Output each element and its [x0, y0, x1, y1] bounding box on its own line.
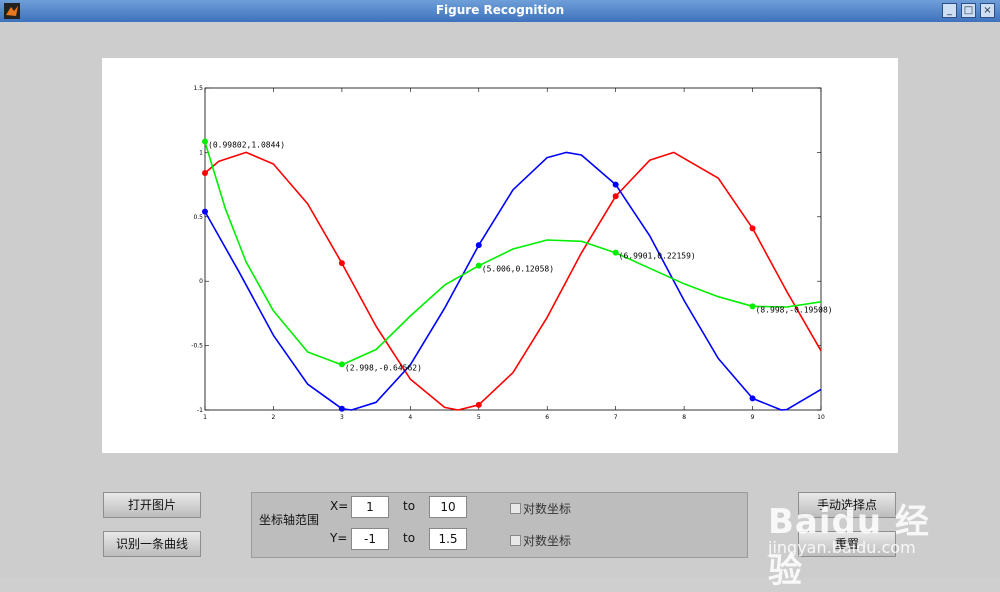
point-annotation: (2.998,-0.64562) — [345, 363, 422, 372]
x-tick-label: 10 — [817, 414, 825, 421]
y-tick-label: 0 — [199, 278, 203, 285]
close-button[interactable]: × — [980, 3, 995, 18]
data-point-red — [338, 260, 345, 267]
data-point-blue — [612, 181, 619, 188]
y-to-label: to — [403, 531, 416, 545]
axis-range-panel: 坐标轴范围 X= 1 to 10 对数坐标 Y= -1 to 1.5 对数坐标 — [251, 492, 748, 558]
x-to-label: to — [403, 499, 416, 513]
data-point-red — [475, 401, 482, 408]
point-annotation: (8.998,-0.19508) — [756, 305, 833, 314]
data-point-red — [612, 193, 619, 200]
y-log-checkbox[interactable]: 对数坐标 — [510, 532, 571, 549]
x-tick-label: 1 — [203, 414, 207, 421]
window-title: Figure Recognition — [435, 3, 565, 17]
recognize-curve-button[interactable]: 识别一条曲线 — [103, 531, 201, 557]
x-tick-label: 2 — [272, 414, 276, 421]
x-tick-label: 3 — [340, 414, 344, 421]
title-bar: Figure Recognition _ □ × — [0, 0, 1000, 22]
x-tick-label: 8 — [682, 414, 686, 421]
x-tick-label: 5 — [477, 414, 481, 421]
x-log-checkbox[interactable]: 对数坐标 — [510, 500, 571, 517]
data-point-red — [749, 225, 756, 232]
checkbox-icon — [510, 535, 521, 546]
y-log-label: 对数坐标 — [523, 534, 572, 548]
y-tick-label: -0.5 — [191, 343, 203, 350]
open-image-button[interactable]: 打开图片 — [103, 492, 201, 518]
y-label: Y= — [330, 531, 348, 545]
axis-range-title: 坐标轴范围 — [259, 513, 320, 527]
minimize-button[interactable]: _ — [942, 3, 957, 18]
checkbox-icon — [510, 503, 521, 514]
y-tick-label: 1.5 — [193, 85, 203, 92]
maximize-button[interactable]: □ — [961, 3, 976, 18]
point-annotation: (5.006,0.12058) — [482, 265, 554, 274]
point-annotation: (6.9901,0.22159) — [619, 252, 696, 261]
point-annotation: (0.99802,1.0844) — [208, 141, 285, 150]
data-point-blue — [475, 242, 482, 249]
data-point-red — [202, 170, 208, 177]
curve-plot[interactable]: 1 2 3 4 5 6 7 8 9 10 -1 -0.5 0 0.5 1 1.5 (0.99802,1.0844… — [102, 58, 898, 453]
x-tick-label: 7 — [614, 414, 618, 421]
y-min-input[interactable]: -1 — [351, 528, 389, 550]
x-max-input[interactable]: 10 — [429, 496, 467, 518]
x-tick-label: 9 — [751, 414, 755, 421]
x-log-label: 对数坐标 — [523, 502, 572, 516]
x-min-input[interactable]: 1 — [351, 496, 389, 518]
y-tick-label: -1 — [197, 407, 203, 414]
data-point-blue — [202, 208, 208, 215]
x-tick-label: 6 — [545, 414, 549, 421]
x-label: X= — [330, 499, 349, 513]
data-point-blue — [338, 405, 345, 412]
watermark: Baidu 经验 jingyan.baidu.com — [768, 494, 948, 591]
figure-canvas[interactable]: 1 2 3 4 5 6 7 8 9 10 -1 -0.5 0 0.5 1 1.5 (0.99802,1.0844… — [102, 58, 898, 453]
data-point-blue — [749, 395, 756, 402]
y-max-input[interactable]: 1.5 — [429, 528, 467, 550]
watermark-url: jingyan.baidu.com — [768, 538, 916, 557]
x-tick-label: 4 — [408, 414, 412, 421]
y-tick-label: 0.5 — [193, 214, 203, 221]
series-line-green — [204, 141, 822, 366]
y-tick-label: 1 — [199, 149, 203, 156]
